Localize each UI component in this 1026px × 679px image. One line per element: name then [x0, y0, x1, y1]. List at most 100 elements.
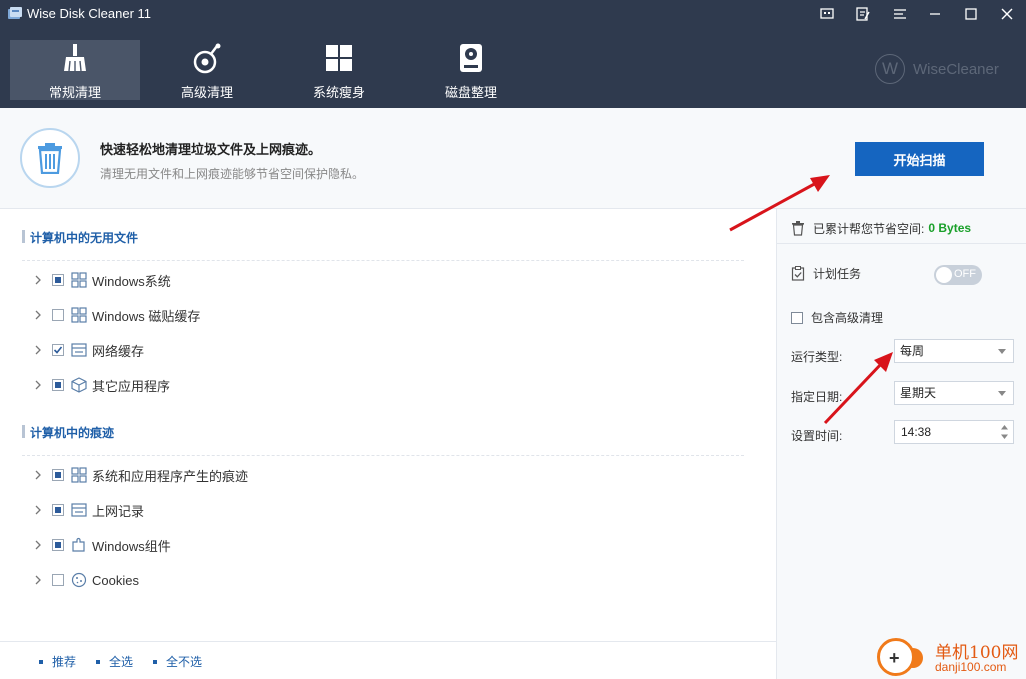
tab-label: 系统瘦身 — [312, 85, 365, 100]
item-checkbox[interactable] — [52, 539, 64, 551]
link-label: 全不选 — [166, 655, 203, 669]
list-item-browsing-history[interactable]: 上网记录 — [32, 501, 144, 519]
watermark-url: danji100.com — [935, 660, 1007, 674]
run-type-select[interactable]: 每周 — [894, 339, 1014, 363]
date-select[interactable]: 星期天 — [894, 381, 1014, 405]
intro-subtitle: 清理无用文件和上网痕迹能够节省空间保护隐私。 — [100, 167, 365, 181]
date-label: 指定日期: — [791, 390, 843, 404]
close-button[interactable] — [996, 3, 1018, 25]
start-scan-button[interactable]: 开始扫描 — [855, 142, 984, 176]
windows-tiles-icon — [71, 307, 87, 323]
puzzle-component-icon — [72, 537, 85, 552]
select-all-link[interactable]: 全选 — [96, 653, 133, 670]
broom-icon — [64, 44, 86, 72]
list-item-cookies[interactable]: Cookies — [32, 571, 139, 589]
menu-button[interactable] — [889, 3, 911, 25]
wisecleaner-logo: W WiseCleaner — [875, 54, 999, 84]
list-item-windows-components[interactable]: Windows组件 — [32, 536, 171, 554]
windows-tiles-icon — [71, 467, 87, 483]
schedule-panel: 已累计帮您节省空间: 0 Bytes 计划任务 OFF 包含高级清理 运行类型:… — [776, 209, 1026, 679]
notes-button[interactable] — [852, 3, 874, 25]
item-label: 上网记录 — [92, 503, 145, 519]
item-label: 其它应用程序 — [92, 378, 171, 394]
saved-value: 0 Bytes — [928, 221, 972, 235]
chevron-right-icon[interactable] — [32, 274, 44, 286]
close-icon — [1001, 8, 1013, 20]
tab-system-slim[interactable]: 系统瘦身 — [274, 40, 404, 100]
clipboard-check-icon — [791, 266, 805, 281]
spinner-arrows-icon[interactable] — [1000, 423, 1009, 441]
minimize-button[interactable] — [924, 3, 946, 25]
feedback-button[interactable] — [816, 3, 838, 25]
watermark-logo-icon: + — [877, 638, 915, 676]
time-label: 设置时间: — [791, 429, 843, 443]
saved-space: 已累计帮您节省空间: 0 Bytes — [791, 219, 971, 237]
item-checkbox[interactable] — [52, 274, 64, 286]
item-checkbox[interactable] — [52, 469, 64, 481]
maximize-icon — [965, 8, 977, 20]
tab-regular-clean[interactable]: 常规清理 — [10, 40, 140, 100]
item-label: 网络缓存 — [92, 343, 145, 359]
dropdown-caret-icon — [998, 349, 1006, 354]
chevron-right-icon[interactable] — [32, 504, 44, 516]
item-checkbox[interactable] — [52, 379, 64, 391]
section-title-text: 计算机中的无用文件 — [30, 231, 139, 245]
list-item-network-cache[interactable]: 网络缓存 — [32, 341, 144, 359]
list-item-system-traces[interactable]: 系统和应用程序产生的痕迹 — [32, 466, 248, 484]
cookie-icon — [71, 572, 87, 588]
time-value: 14:38 — [901, 425, 932, 439]
package-box-icon — [71, 377, 87, 393]
divider — [22, 260, 744, 261]
maximize-button[interactable] — [960, 3, 982, 25]
chevron-right-icon[interactable] — [32, 344, 44, 356]
run-type-label: 运行类型: — [791, 350, 843, 364]
link-label: 全选 — [109, 655, 134, 669]
trash-icon — [20, 128, 80, 188]
chevron-right-icon[interactable] — [32, 574, 44, 586]
item-label: 系统和应用程序产生的痕迹 — [92, 468, 249, 484]
tab-label: 高级清理 — [180, 85, 233, 100]
include-advanced-checkbox[interactable]: 包含高级清理 — [791, 309, 883, 326]
schedule-label: 计划任务 — [813, 267, 862, 281]
title-bar: Wise Disk Cleaner 11 — [0, 0, 1026, 28]
toggle-knob — [936, 267, 952, 283]
section-title-text: 计算机中的痕迹 — [30, 426, 115, 440]
bullet — [96, 659, 100, 664]
browser-cache-icon — [71, 343, 87, 357]
item-checkbox[interactable] — [52, 504, 64, 516]
item-label: Windows组件 — [92, 538, 171, 554]
include-advanced-label: 包含高级清理 — [811, 311, 884, 325]
list-item-tile-cache[interactable]: Windows 磁贴缓存 — [32, 306, 200, 324]
chevron-right-icon[interactable] — [32, 379, 44, 391]
date-value: 星期天 — [900, 386, 937, 400]
checkbox[interactable] — [791, 311, 803, 324]
tab-advanced-clean[interactable]: 高级清理 — [142, 40, 272, 100]
tab-label: 常规清理 — [48, 85, 101, 100]
saved-label: 已累计帮您节省空间: — [813, 221, 925, 236]
chevron-right-icon[interactable] — [32, 539, 44, 551]
windows-tiles-icon — [71, 272, 87, 288]
bullet — [153, 659, 157, 664]
site-watermark: + 单机100网 danji100.com — [877, 636, 1026, 679]
chevron-right-icon[interactable] — [32, 469, 44, 481]
window-title: Wise Disk Cleaner 11 — [27, 6, 152, 21]
windows-logo-icon — [326, 45, 352, 71]
chevron-right-icon[interactable] — [32, 309, 44, 321]
tab-label: 磁盘整理 — [444, 85, 497, 100]
schedule-task: 计划任务 — [791, 265, 861, 282]
tab-disk-defrag[interactable]: 磁盘整理 — [406, 40, 536, 100]
divider — [22, 455, 744, 456]
trash-icon — [792, 220, 804, 236]
item-checkbox[interactable] — [52, 344, 64, 356]
schedule-toggle[interactable]: OFF — [934, 265, 982, 285]
select-none-link[interactable]: 全不选 — [153, 653, 202, 670]
app-logo-icon — [8, 7, 22, 19]
item-checkbox[interactable] — [52, 309, 64, 321]
list-item-windows-system[interactable]: Windows系统 — [32, 271, 171, 289]
recommend-link[interactable]: 推荐 — [39, 653, 76, 670]
item-checkbox[interactable] — [52, 574, 64, 586]
list-item-other-apps[interactable]: 其它应用程序 — [32, 376, 170, 394]
item-label: Cookies — [92, 572, 139, 588]
time-input[interactable]: 14:38 — [894, 420, 1014, 444]
intro-panel: 快速轻松地清理垃圾文件及上网痕迹。 清理无用文件和上网痕迹能够节省空间保护隐私。… — [0, 108, 1026, 209]
